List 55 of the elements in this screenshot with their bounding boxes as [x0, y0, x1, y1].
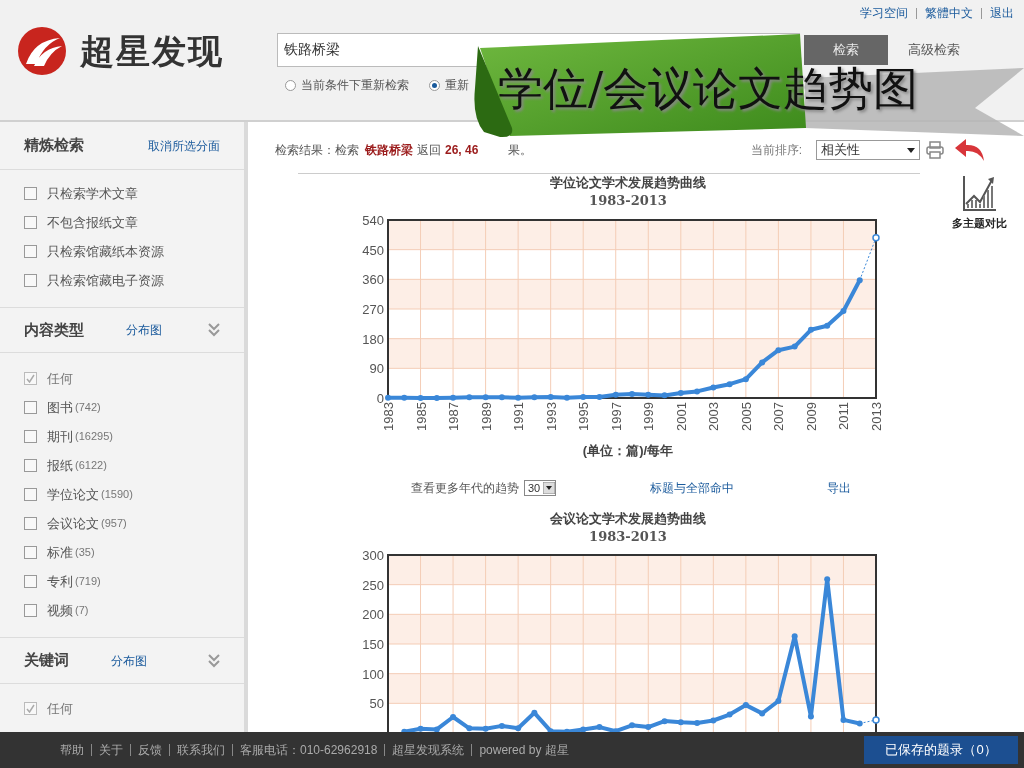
axis-tick-label: 1999 — [641, 402, 657, 431]
axis-tick-label: 90 — [369, 361, 384, 377]
axis-tick-label: 1987 — [446, 402, 462, 431]
axis-label: (单位：篇)/每年 — [581, 442, 675, 460]
trend-label: 查看更多年代的趋势 — [411, 480, 519, 497]
option-count: (6122) — [75, 458, 107, 474]
radio-label: 重新 — [445, 77, 469, 94]
chart-subtitle: 1983-2013 — [588, 528, 668, 546]
axis-tick-label: 50 — [369, 696, 384, 712]
option-count: (1590) — [101, 487, 133, 503]
result-keyword: 铁路桥梁 — [365, 142, 413, 159]
axis-tick-label: 1995 — [576, 402, 592, 431]
axis-tick-label: 150 — [362, 637, 384, 652]
result-label: 果。 — [508, 142, 533, 159]
axis-tick-label: 2007 — [771, 402, 787, 431]
axis-tick-label: 1989 — [478, 402, 494, 431]
result-label: 检索结果：检索 — [275, 142, 359, 159]
option-count: (16295) — [75, 429, 113, 445]
axis-tick-label: 2009 — [803, 402, 819, 431]
axis-tick-label: 300 — [362, 548, 384, 563]
result-label: 返回 — [417, 142, 441, 159]
chart-subtitle: 1983-2013 — [588, 192, 668, 210]
sort-label: 当前排序: — [750, 142, 802, 159]
option-count: (719) — [75, 574, 101, 590]
chart-title: 会议论文学术发展趋势曲线 — [549, 510, 707, 528]
logo-text: 超星发现 — [80, 30, 224, 72]
section-title: 精炼检索 — [24, 135, 84, 156]
axis-tick-label: 450 — [362, 242, 384, 258]
axis-tick-label: 2013 — [869, 402, 884, 431]
option-count: (35) — [75, 545, 95, 561]
axis-tick-label: 1993 — [543, 402, 559, 431]
axis-tick-label: 0 — [376, 391, 384, 406]
axis-tick-label: 270 — [362, 302, 384, 317]
axis-tick-label: 200 — [362, 607, 384, 623]
section-title: 内容类型 — [24, 319, 84, 340]
axis-tick-label: 2003 — [706, 402, 722, 431]
axis-tick-label: 250 — [362, 577, 384, 593]
axis-tick-label: 540 — [362, 213, 384, 228]
axis-tick-label: 1983 — [381, 402, 396, 431]
axis-tick-label: 1997 — [608, 402, 624, 431]
axis-tick-label: 180 — [362, 331, 384, 347]
result-count: 26, 46 — [445, 142, 479, 159]
option-count: (742) — [75, 400, 101, 416]
axis-tick-label: 100 — [362, 666, 384, 682]
option-count: (7) — [75, 603, 89, 619]
section-title: 关键词 — [24, 650, 69, 671]
axis-tick-label: 360 — [362, 272, 384, 288]
axis-tick-label: 2011 — [836, 402, 852, 430]
axis-tick-label: 1985 — [413, 402, 429, 431]
axis-tick-label: 2005 — [738, 402, 754, 431]
option-count: (957) — [101, 516, 127, 532]
axis-tick-label: 1991 — [511, 402, 527, 431]
chart-title: 学位论文学术发展趋势曲线 — [549, 174, 707, 192]
axis-tick-label: 2001 — [673, 402, 689, 431]
radio-label: 当前条件下重新检索 — [301, 77, 409, 94]
